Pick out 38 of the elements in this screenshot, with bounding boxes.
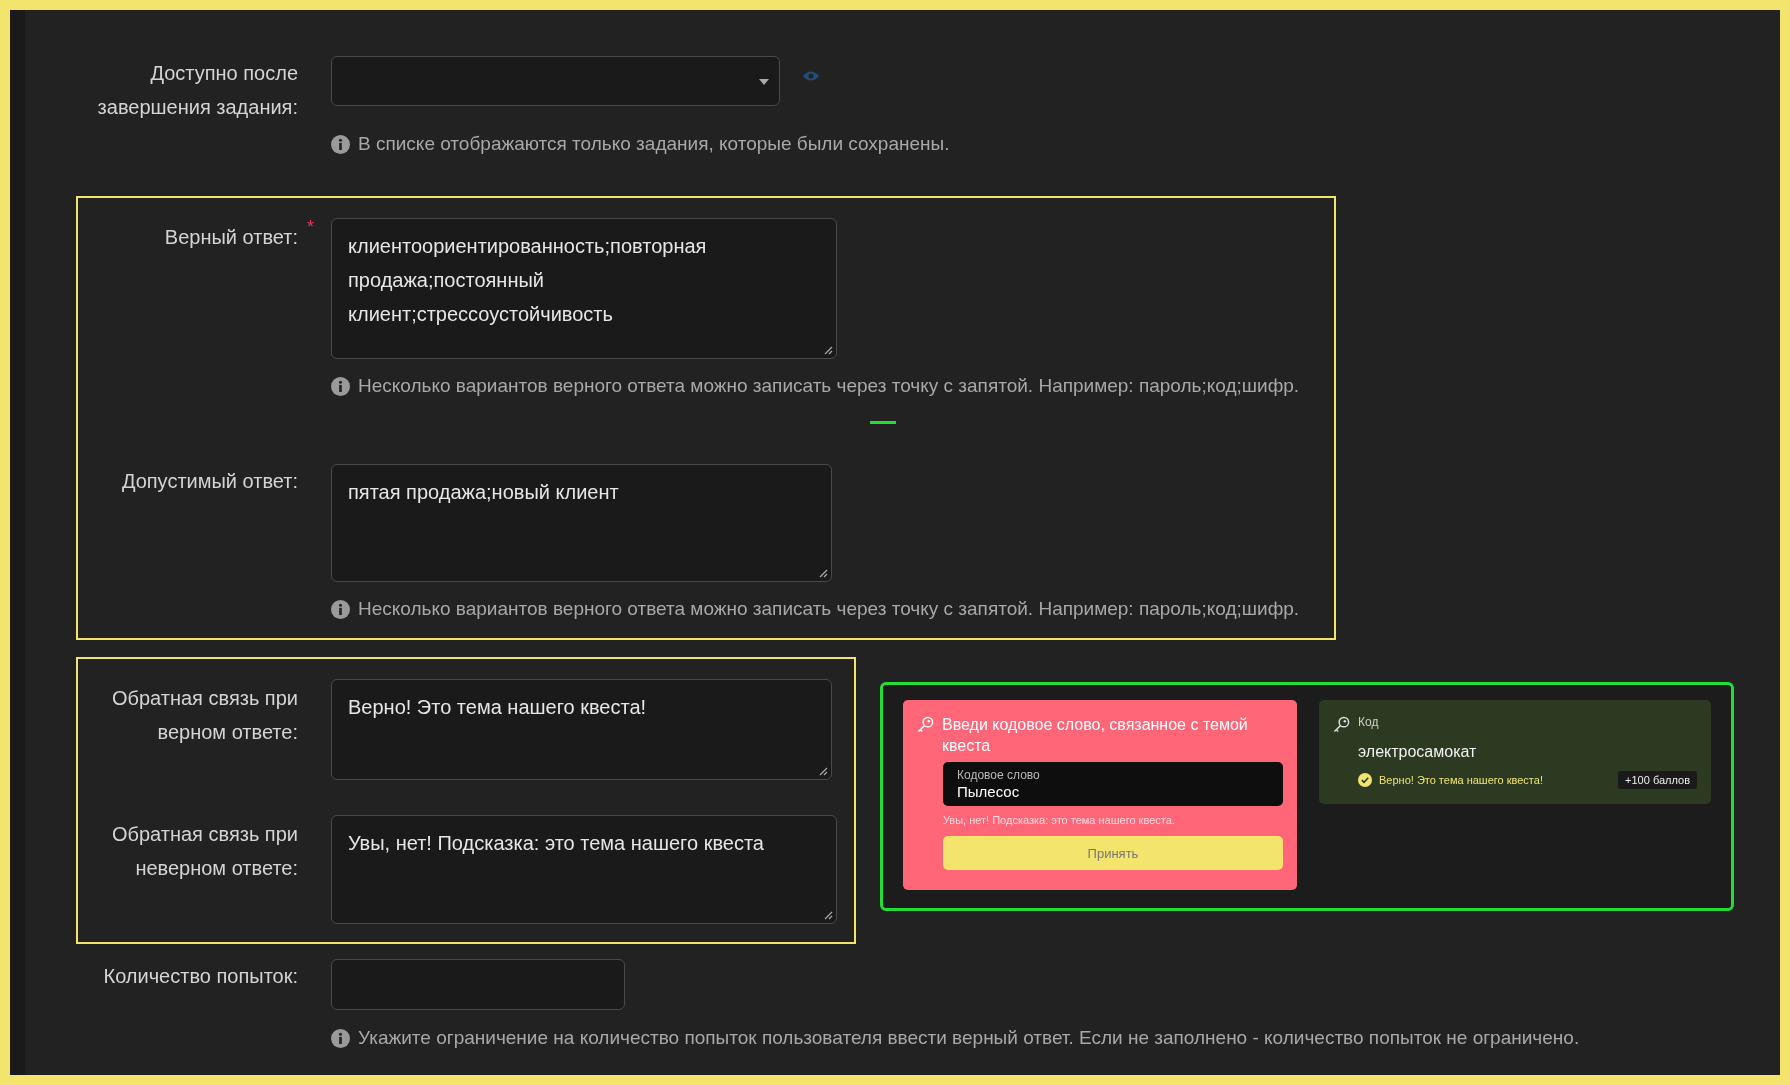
- field-label: Обратная связь при неверном ответе:: [110, 822, 298, 881]
- accept-button[interactable]: Принять: [943, 836, 1283, 870]
- hint-text: Несколько вариантов верного ответа можно записать через точку с запятой. Например: пароль;код;шифр.: [358, 598, 1300, 620]
- number-field[interactable]: [331, 959, 625, 1010]
- points-badge: +100 баллов: [1618, 771, 1697, 789]
- dropdown-field[interactable]: [331, 56, 780, 106]
- text-area[interactable]: Увы, нет! Подсказка: это тема нашего квеста: [331, 815, 837, 924]
- text-area[interactable]: Верно! Это тема нашего квеста!: [331, 679, 832, 780]
- feedback-text: Верно! Это тема нашего квеста!: [1379, 774, 1544, 786]
- hint-text: Несколько вариантов верного ответа можно записать через точку с запятой. Например: пароль;код;шифр.: [358, 375, 1300, 397]
- field-label: Доступно после завершения задания:: [96, 61, 298, 120]
- answer-text: электросамокат: [1358, 743, 1478, 761]
- card-label: Код: [1358, 715, 1379, 729]
- eye-icon: [802, 70, 820, 82]
- text-area[interactable]: пятая продажа;новый клиент: [331, 464, 832, 582]
- info-icon: [331, 599, 350, 619]
- hint-text: Укажите ограничение на количество попыток пользователя ввести верный ответ. Если не заполнено - количество попыток не ограничено.: [358, 1027, 1580, 1049]
- info-icon: [331, 1028, 350, 1048]
- resize-handle-icon: [824, 346, 833, 355]
- field-label: Допустимый ответ:: [121, 469, 298, 494]
- key-icon: [1333, 716, 1350, 733]
- field-label: Верный ответ:: [164, 225, 298, 250]
- required-mark: *: [307, 216, 314, 239]
- error-text: Увы, нет! Подсказка: это тема нашего квеста.: [943, 814, 1176, 826]
- resize-handle-icon: [819, 569, 828, 578]
- hint-text: В списке отображаются только задания, которые были сохранены.: [358, 133, 950, 155]
- check-icon: [1358, 773, 1372, 787]
- info-icon: [331, 134, 350, 154]
- resize-handle-icon: [819, 767, 828, 776]
- info-icon: [331, 376, 350, 396]
- key-icon: [917, 716, 934, 733]
- input-field[interactable]: Кодовое слово Пылесос: [943, 762, 1283, 806]
- caret-icon: [759, 79, 769, 85]
- text-area[interactable]: клиентоориентированность;повторная продажа;постоянный клиент;стрессоустойчивость: [331, 218, 837, 359]
- resize-handle-icon: [824, 911, 833, 920]
- field-label: Количество попыток:: [103, 964, 298, 989]
- field-label: Обратная связь при верном ответе:: [110, 686, 298, 745]
- card-title: Введи кодовое слово, связанное с темой квеста: [942, 715, 1249, 756]
